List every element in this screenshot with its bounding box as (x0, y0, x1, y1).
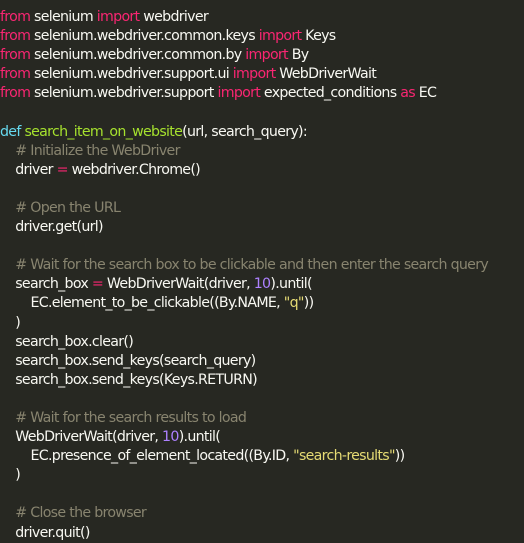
code-token: webdriver (139, 9, 209, 25)
code-token: 10 (162, 429, 179, 446)
code-token: selenium (30, 9, 97, 25)
code-line: from selenium.webdriver.support import e… (0, 84, 524, 103)
code-line: EC.element_to_be_clickable((By.NAME, "q"… (0, 294, 524, 313)
code-token: webdriver.Chrome() (67, 161, 201, 178)
code-token: (url, search_query): (182, 123, 308, 140)
code-token: 10 (253, 276, 271, 293)
code-line: from selenium.webdriver.support.ui impor… (0, 65, 524, 84)
code-line: search_box.send_keys(Keys.RETURN) (0, 371, 524, 390)
code-line: EC.presence_of_element_located((By.ID, "… (0, 447, 524, 466)
code-token: selenium.webdriver.common.by (30, 47, 246, 64)
code-token: WebDriverWait(driver, (0, 429, 163, 446)
code-token: ).until( (270, 276, 312, 293)
code-token: import (232, 66, 276, 83)
code-line: def search_item_on_website(url, search_q… (0, 123, 524, 142)
code-line: ) (0, 314, 524, 333)
code-line: from selenium.webdriver.common.keys impo… (0, 27, 524, 46)
code-token: from (0, 47, 31, 64)
code-token: )) (394, 448, 405, 465)
code-token: search_box.send_keys(search_query) (0, 352, 256, 369)
code-token: search_box (0, 276, 92, 293)
code-token: Keys (301, 28, 336, 45)
code-token: WebDriverWait(driver, (103, 276, 254, 293)
code-line: search_box.clear() (0, 333, 524, 352)
code-token: from (0, 85, 31, 102)
code-token: EC.presence_of_element_located((By.ID, (0, 448, 294, 465)
code-line: driver = webdriver.Chrome() (0, 161, 524, 180)
code-token: from (0, 28, 31, 45)
code-token: By (287, 47, 309, 64)
code-token: search_item_on_website (24, 123, 183, 140)
code-line: WebDriverWait(driver, 10).until( (0, 428, 524, 447)
code-token: import (258, 28, 302, 45)
code-line: # Wait for the search box to be clickabl… (0, 256, 524, 275)
code-token: from (0, 66, 31, 83)
code-token: selenium.webdriver.support.ui (30, 66, 233, 83)
code-line: # Initialize the WebDriver (0, 142, 524, 161)
code-line: ) (0, 466, 524, 485)
code-token: driver.quit() (0, 524, 90, 541)
code-token: ).until( (178, 429, 221, 446)
code-token: EC.element_to_be_clickable((By.NAME, (0, 295, 284, 312)
code-line: # Close the browser (0, 504, 524, 523)
code-line: search_box.send_keys(search_query) (0, 352, 524, 371)
code-token: ) (0, 314, 21, 331)
code-line: search_box = WebDriverWait(driver, 10).u… (0, 275, 524, 294)
code-line: driver.get(url) (0, 218, 524, 237)
code-token: "search-results" (293, 448, 395, 465)
code-token: from (0, 9, 31, 25)
code-token: # Wait for the search box to be clickabl… (15, 257, 489, 274)
code-token: ) (0, 467, 21, 484)
code-token: WebDriverWait (275, 66, 377, 83)
code-token: # Wait for the search results to load (15, 409, 247, 426)
code-token: # Close the browser (15, 505, 147, 522)
code-token: selenium.webdriver.common.keys (30, 28, 259, 45)
code-token: # Open the URL (15, 199, 121, 216)
code-editor[interactable]: from selenium import webdriver from selen… (0, 0, 524, 541)
code-token: def (0, 123, 21, 140)
code-token: # Initialize the WebDriver (15, 142, 180, 159)
code-token: expected_conditions (260, 85, 401, 102)
code-line: from selenium import webdriver (0, 8, 524, 27)
code-line: # Open the URL (0, 199, 524, 218)
code-token: driver (0, 161, 57, 178)
code-token: import (217, 85, 261, 102)
code-token: driver.get(url) (0, 219, 103, 236)
code-token: "q" (283, 295, 305, 312)
code-token: )) (303, 295, 314, 312)
code-token: = (91, 276, 104, 293)
code-token: EC (414, 85, 437, 102)
code-token: import (245, 47, 288, 64)
code-line: from selenium.webdriver.common.by import… (0, 46, 524, 65)
code-token: as (400, 85, 415, 102)
code-token: = (56, 161, 69, 178)
code-token: search_box.send_keys(Keys.RETURN) (0, 371, 257, 388)
code-token: search_box.clear() (0, 333, 134, 350)
code-line: # Wait for the search results to load (0, 409, 524, 428)
code-line: driver.quit() (0, 524, 524, 543)
code-token: import (96, 9, 140, 25)
code-token: selenium.webdriver.support (30, 85, 218, 102)
